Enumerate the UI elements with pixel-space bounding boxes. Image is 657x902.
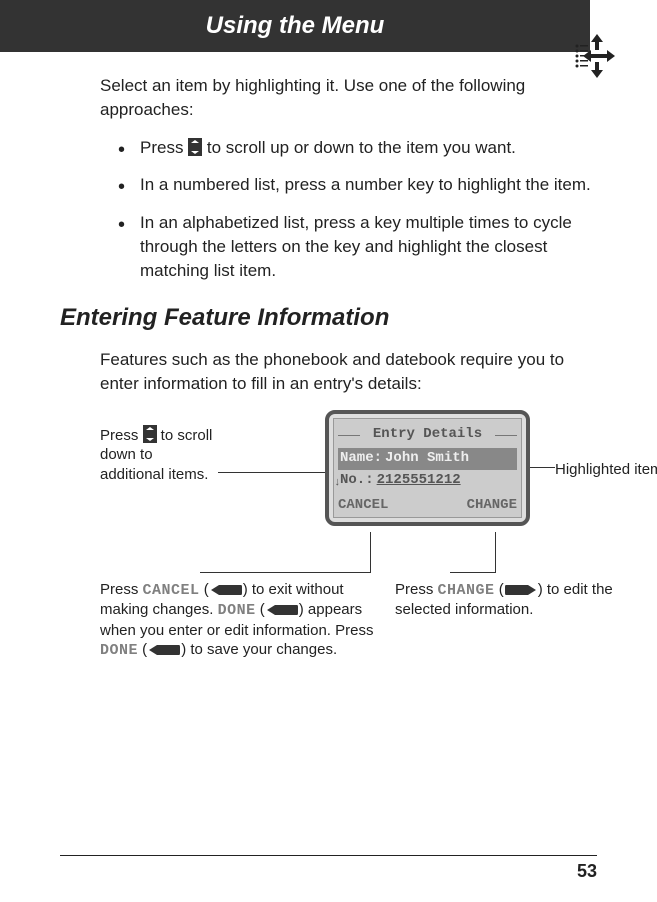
down-arrow-icon: ↓ xyxy=(334,476,341,491)
navigation-icon xyxy=(569,32,617,80)
footer-rule xyxy=(60,855,597,856)
softkey-change: CHANGE xyxy=(467,496,517,516)
no-label: No.: xyxy=(340,471,374,491)
name-label: Name: xyxy=(340,449,382,469)
callout-line xyxy=(218,472,328,473)
annotation-change: Press CHANGE () to edit the selected inf… xyxy=(395,580,625,620)
phone-screen: Entry Details Name: John Smith ↓ No.: 21… xyxy=(325,410,530,526)
callout-line xyxy=(450,572,496,573)
softkey-row: CANCEL CHANGE xyxy=(338,496,517,516)
no-value: 2125551212 xyxy=(377,471,461,491)
entry-details-diagram: Press to scroll down to additional items… xyxy=(100,410,597,730)
left-softkey-icon xyxy=(209,584,243,596)
annotation-scroll: Press to scroll down to additional items… xyxy=(100,425,220,485)
list-item: In a numbered list, press a number key t… xyxy=(118,173,597,197)
section-heading: Entering Feature Information xyxy=(60,301,597,335)
name-value: John Smith xyxy=(385,449,469,469)
body-content: Select an item by highlighting it. Use o… xyxy=(0,52,657,730)
list-item: Press to scroll up or down to the item y… xyxy=(118,136,597,160)
callout-line xyxy=(370,532,371,572)
callout-line xyxy=(200,572,371,573)
annotation-cancel: Press CANCEL () to exit without making c… xyxy=(100,580,380,661)
number-row: ↓ No.: 2125551212 xyxy=(338,470,517,492)
annotation-highlighted: Highlighted item xyxy=(555,460,657,480)
list-item: In an alphabetized list, press a key mul… xyxy=(118,211,597,282)
scroll-key-icon xyxy=(143,425,157,443)
section-intro: Features such as the phonebook and dateb… xyxy=(100,348,597,396)
softkey-cancel: CANCEL xyxy=(338,496,388,516)
right-softkey-icon xyxy=(504,584,538,596)
page-title: Using the Menu xyxy=(206,12,385,39)
screen-title: Entry Details xyxy=(338,425,517,445)
page-header: Using the Menu xyxy=(0,0,590,52)
screen-inner: Entry Details Name: John Smith ↓ No.: 21… xyxy=(333,418,522,518)
left-softkey-icon xyxy=(147,644,181,656)
callout-line xyxy=(495,532,496,572)
name-row: Name: John Smith xyxy=(338,448,517,470)
bullet-list: Press to scroll up or down to the item y… xyxy=(118,136,597,283)
scroll-key-icon xyxy=(188,138,202,156)
left-softkey-icon xyxy=(265,604,299,616)
page-number: 53 xyxy=(577,861,597,882)
intro-text: Select an item by highlighting it. Use o… xyxy=(100,74,597,122)
